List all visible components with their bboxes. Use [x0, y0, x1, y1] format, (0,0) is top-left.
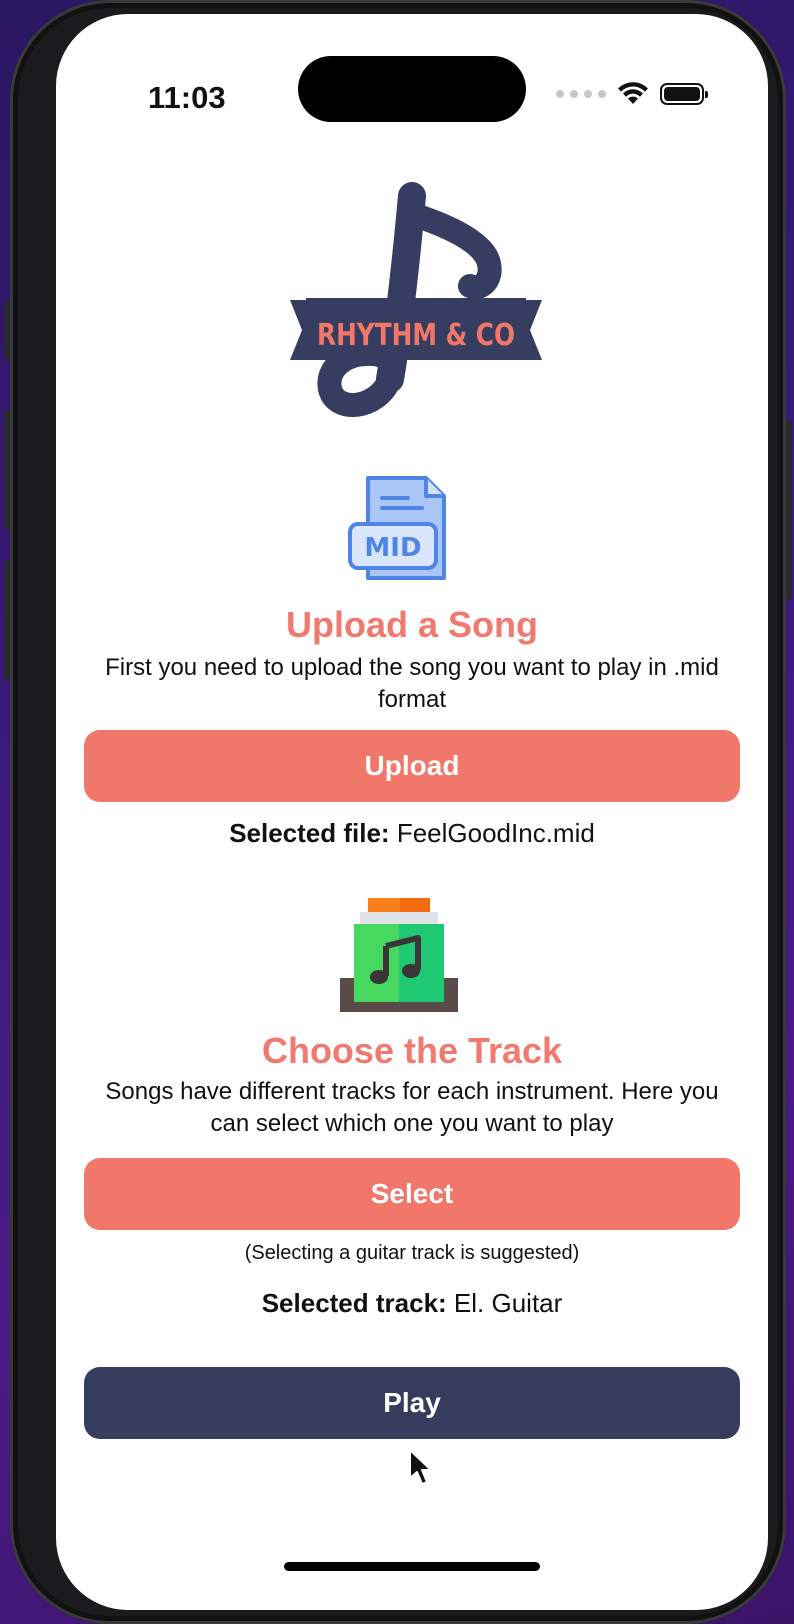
wifi-icon: [618, 82, 648, 104]
phone-side-button: [4, 410, 10, 530]
phone-side-button: [4, 560, 10, 680]
cellular-signal-icon: [556, 90, 606, 98]
music-album-icon: [340, 898, 458, 1012]
play-button[interactable]: Play: [84, 1367, 740, 1439]
dynamic-island: [298, 56, 526, 122]
select-track-button[interactable]: Select: [84, 1158, 740, 1230]
upload-description: First you need to upload the song you wa…: [105, 654, 719, 713]
upload-title: Upload a Song: [286, 604, 538, 645]
midi-icon-label: MID: [364, 533, 421, 563]
logo-text: RHYTHM & CO: [317, 318, 515, 353]
phone-side-button: [4, 300, 10, 360]
upload-button[interactable]: Upload: [84, 730, 740, 802]
status-icons: [556, 82, 708, 106]
status-time: 11:03: [148, 80, 226, 115]
track-title: Choose the Track: [261, 1030, 563, 1071]
mouse-cursor-icon: [409, 1449, 432, 1485]
battery-icon: [660, 83, 708, 105]
selected-file-value: FeelGoodInc.mid: [396, 818, 595, 848]
selected-file-info: Selected file: FeelGoodInc.mid: [56, 818, 768, 849]
rhythm-and-co-logo: RHYTHM & CO: [290, 182, 542, 417]
app-screen: 11:03 RHYTHM & CO MID Upload a Song Firs…: [56, 14, 768, 1610]
midi-file-icon: MID: [348, 476, 446, 580]
selected-track-label: Selected track:: [261, 1288, 447, 1318]
phone-side-button: [786, 420, 792, 600]
track-hint: (Selecting a guitar track is suggested): [244, 1242, 580, 1264]
selected-file-label: Selected file:: [229, 818, 390, 848]
track-description: Songs have different tracks for each ins…: [105, 1078, 719, 1137]
selected-track-info: Selected track: El. Guitar: [56, 1288, 768, 1319]
selected-track-value: El. Guitar: [453, 1288, 563, 1318]
phone-frame: 11:03 RHYTHM & CO MID Upload a Song Firs…: [4, 0, 792, 1624]
home-indicator: [284, 1562, 540, 1571]
